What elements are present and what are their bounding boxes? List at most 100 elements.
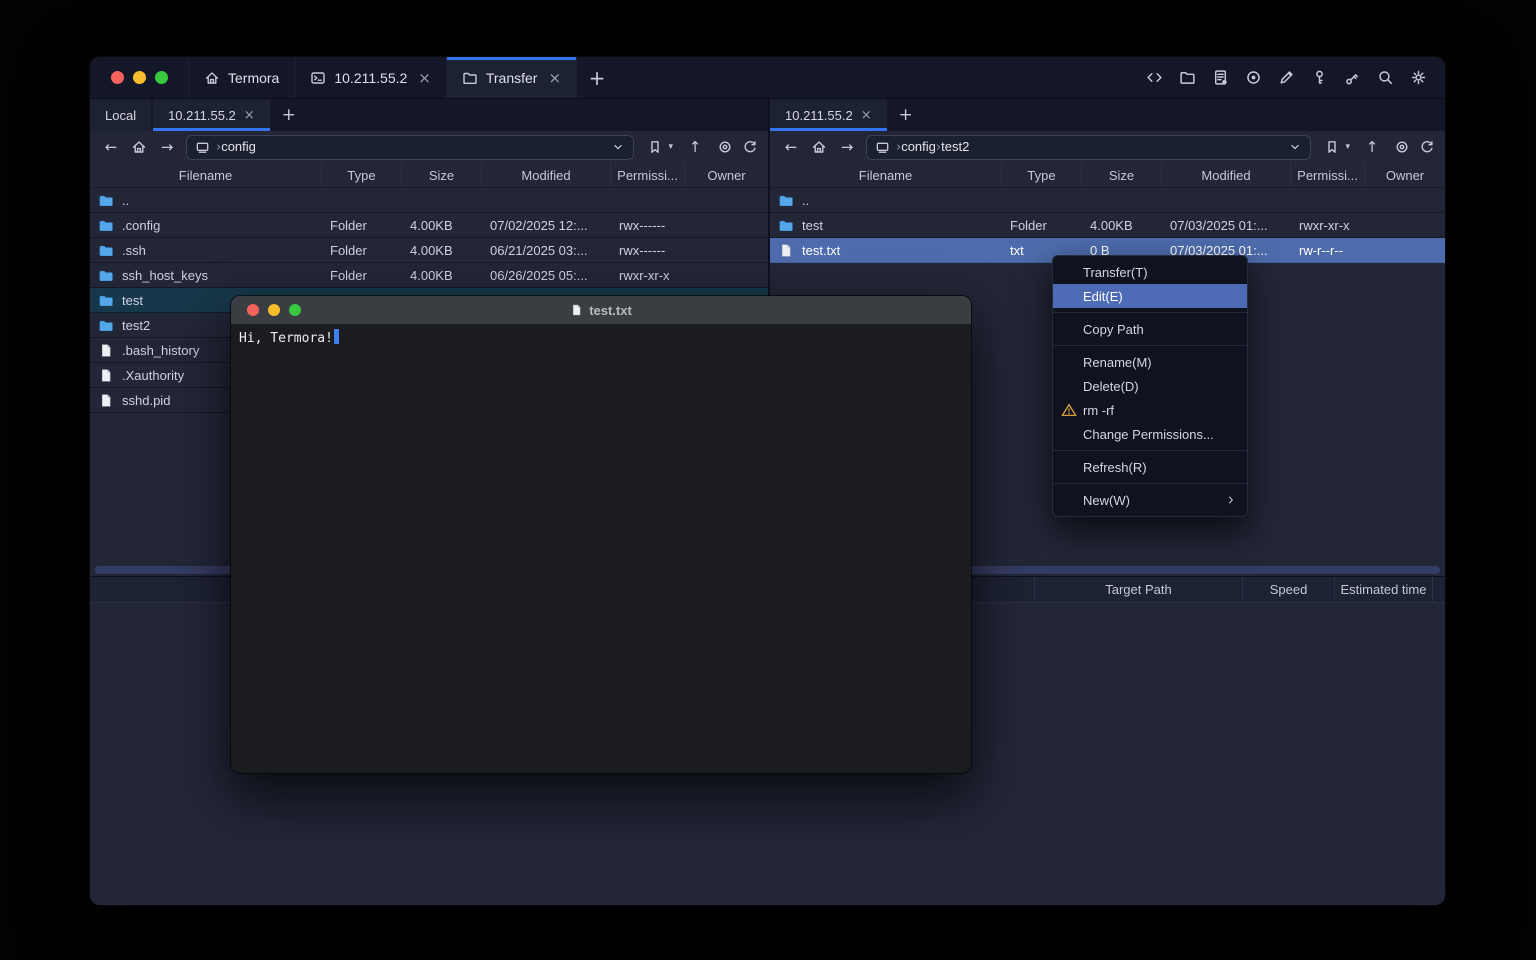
menu-item-label: Rename(M) — [1083, 355, 1152, 370]
column-header-filename[interactable]: Filename — [90, 163, 322, 187]
chevron-down-icon[interactable] — [611, 140, 625, 154]
breadcrumb-segment[interactable]: test2 — [941, 139, 969, 154]
file-icon — [98, 343, 114, 358]
tab-transfer[interactable]: Transfer× — [447, 57, 577, 98]
editor-content[interactable]: Hi, Termora! — [231, 324, 971, 352]
column-header-modified[interactable]: Modified — [482, 163, 611, 187]
file-icon — [98, 368, 114, 383]
preview-toggle-button[interactable] — [717, 139, 733, 155]
path-field[interactable]: ›config — [186, 135, 634, 160]
bookmark-icon — [1324, 139, 1340, 155]
column-header-owner[interactable]: Owner — [685, 163, 768, 187]
filename: .Xauthority — [122, 368, 184, 383]
file-row[interactable]: ssh_host_keysFolder4.00KB06/26/2025 05:.… — [90, 263, 768, 288]
panel-tab-10-211-55-2[interactable]: 10.211.55.2× — [770, 99, 887, 131]
column-header-permissi[interactable]: Permissi... — [611, 163, 685, 187]
column-header-type[interactable]: Type — [322, 163, 402, 187]
forward-button[interactable]: → — [154, 134, 180, 160]
menu-item-label: Copy Path — [1083, 322, 1144, 337]
bookmark-button[interactable] — [647, 139, 663, 155]
back-button[interactable]: ← — [778, 134, 804, 160]
refresh-button[interactable] — [1419, 139, 1435, 155]
menu-item-edit-e[interactable]: Edit(E) — [1053, 284, 1247, 308]
breadcrumb-segment[interactable]: config — [901, 139, 936, 154]
tab-termora[interactable]: Termora — [188, 57, 295, 98]
code-button[interactable] — [1142, 65, 1167, 90]
transfer-column-header-estimated-time[interactable]: Estimated time — [1335, 577, 1433, 602]
upload-button[interactable]: ↑ — [1359, 134, 1385, 160]
column-header-modified[interactable]: Modified — [1162, 163, 1291, 187]
bookmark-dropdown-icon[interactable]: ▾ — [1345, 142, 1350, 152]
menu-item-transfer-t[interactable]: Transfer(T) — [1053, 260, 1247, 284]
folder-tool-button[interactable] — [1175, 65, 1200, 90]
filename: test — [802, 218, 823, 233]
path-field[interactable]: ›config›test2 — [866, 135, 1311, 160]
key-icon — [1311, 69, 1328, 86]
panel-new-tab-button[interactable]: + — [272, 99, 306, 131]
editor-close-button[interactable] — [247, 304, 259, 316]
transfer-column-header-target-path[interactable]: Target Path — [1035, 577, 1243, 602]
bookmark-dropdown-icon[interactable]: ▾ — [668, 142, 673, 152]
forward-button[interactable]: → — [834, 134, 860, 160]
home-button[interactable] — [126, 134, 152, 160]
breadcrumb-segment[interactable]: config — [221, 139, 256, 154]
refresh-button[interactable] — [742, 139, 758, 155]
column-header-size[interactable]: Size — [1082, 163, 1162, 187]
close-tab-icon[interactable]: × — [418, 69, 431, 87]
file-row[interactable]: testFolder4.00KB07/03/2025 01:...rwxr-xr… — [770, 213, 1445, 238]
search-button[interactable] — [1373, 65, 1398, 90]
key-button[interactable] — [1307, 65, 1332, 90]
minimize-window-button[interactable] — [133, 71, 146, 84]
panel-tab-10-211-55-2[interactable]: 10.211.55.2× — [153, 99, 270, 131]
editor-titlebar[interactable]: test.txt — [231, 296, 971, 324]
file-row[interactable]: .sshFolder4.00KB06/21/2025 03:...rwx----… — [90, 238, 768, 263]
type-cell: Folder — [322, 238, 402, 262]
folder-icon — [98, 218, 114, 233]
panel-new-tab-button[interactable]: + — [889, 99, 923, 131]
back-button[interactable]: ← — [98, 134, 124, 160]
preview-toggle-button[interactable] — [1394, 139, 1410, 155]
menu-item-rename-m[interactable]: Rename(M) — [1053, 350, 1247, 374]
edit-button[interactable] — [1274, 65, 1299, 90]
tab-10-211-55-2[interactable]: 10.211.55.2× — [295, 57, 447, 98]
size-cell — [1082, 188, 1162, 212]
editor-maximize-button[interactable] — [289, 304, 301, 316]
maximize-window-button[interactable] — [155, 71, 168, 84]
menu-item-change-permissions[interactable]: Change Permissions... — [1053, 422, 1247, 446]
upload-button[interactable]: ↑ — [682, 134, 708, 160]
chevron-down-icon[interactable] — [1288, 140, 1302, 154]
record-button[interactable] — [1241, 65, 1266, 90]
close-tab-icon[interactable]: × — [548, 69, 561, 87]
file-row[interactable]: .configFolder4.00KB07/02/2025 12:...rwx-… — [90, 213, 768, 238]
close-tab-icon[interactable]: × — [861, 108, 872, 123]
menu-item-delete-d[interactable]: Delete(D) — [1053, 374, 1247, 398]
menu-item-refresh-r[interactable]: Refresh(R) — [1053, 455, 1247, 479]
transfer-column-header-speed[interactable]: Speed — [1243, 577, 1335, 602]
column-header-filename[interactable]: Filename — [770, 163, 1002, 187]
column-header-size[interactable]: Size — [402, 163, 482, 187]
keychain-icon — [1344, 69, 1361, 86]
owner-cell — [685, 188, 768, 212]
modified-cell — [1162, 188, 1291, 212]
size-cell: 4.00KB — [402, 238, 482, 262]
file-row[interactable]: .. — [90, 188, 768, 213]
bookmark-button[interactable] — [1324, 139, 1340, 155]
column-header-type[interactable]: Type — [1002, 163, 1082, 187]
editor-minimize-button[interactable] — [268, 304, 280, 316]
column-header-owner[interactable]: Owner — [1365, 163, 1445, 187]
menu-item-rm-rf[interactable]: rm -rf — [1053, 398, 1247, 422]
terminal-icon — [310, 70, 326, 86]
new-tab-button[interactable]: + — [577, 57, 617, 98]
path-tools: ▾ ↑ — [1317, 134, 1437, 160]
log-button[interactable] — [1208, 65, 1233, 90]
close-tab-icon[interactable]: × — [244, 108, 255, 123]
close-window-button[interactable] — [111, 71, 124, 84]
home-button[interactable] — [806, 134, 832, 160]
file-row[interactable]: .. — [770, 188, 1445, 213]
column-header-permissi[interactable]: Permissi... — [1291, 163, 1365, 187]
menu-item-copy-path[interactable]: Copy Path — [1053, 317, 1247, 341]
settings-button[interactable] — [1406, 65, 1431, 90]
panel-tab-local[interactable]: Local — [90, 99, 151, 131]
menu-item-new-w[interactable]: New(W) — [1053, 488, 1247, 512]
keychain-button[interactable] — [1340, 65, 1365, 90]
